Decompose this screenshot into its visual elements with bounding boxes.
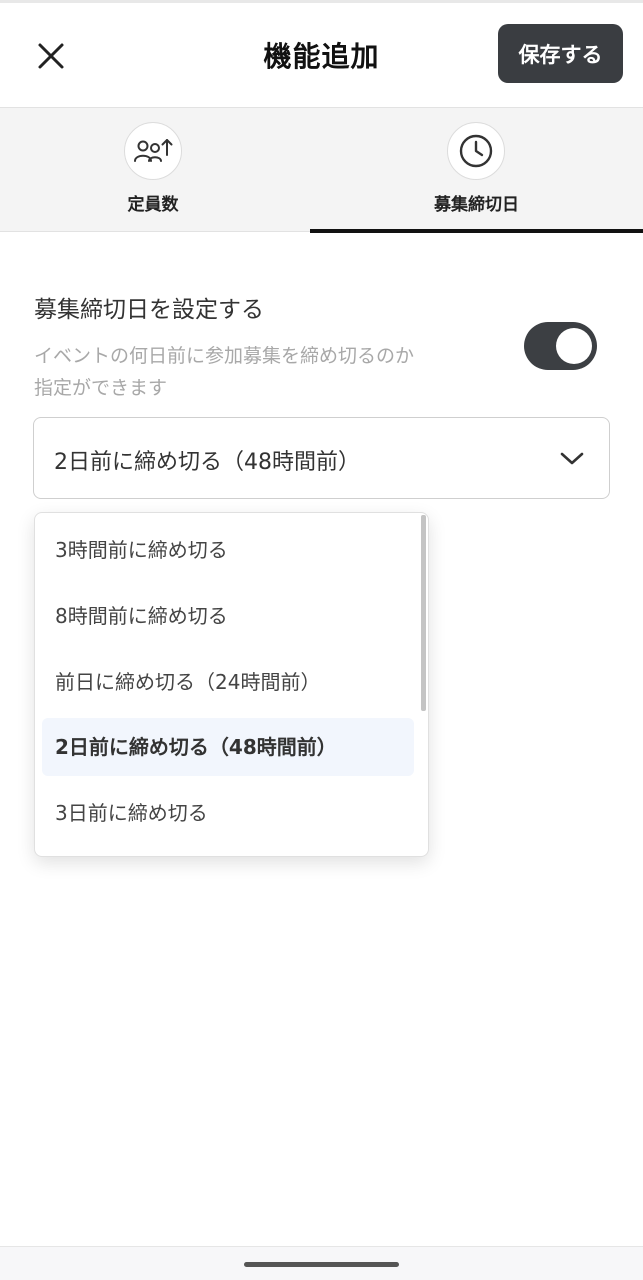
dropdown-option[interactable]: 8時間前に締め切る (42, 587, 414, 645)
header: 機能追加 保存する (0, 3, 643, 107)
clock-icon (459, 134, 493, 168)
dropdown-option[interactable]: 3時間前に締め切る (42, 521, 414, 579)
tab-label: 定員数 (127, 195, 179, 215)
deadline-toggle[interactable] (524, 322, 597, 370)
home-indicator[interactable] (244, 1262, 399, 1267)
bottom-bar (0, 1246, 643, 1280)
toggle-knob (556, 328, 592, 364)
deadline-select[interactable]: 2日前に締め切る（48時間前） (33, 417, 610, 499)
dropdown-option[interactable]: 3日前に締め切る (42, 784, 414, 842)
deadline-dropdown: 3時間前に締め切る 8時間前に締め切る 前日に締め切る（24時間前） 2日前に締… (34, 512, 429, 857)
people-up-icon (134, 139, 173, 162)
active-tab-indicator (310, 229, 643, 233)
dropdown-scrollbar[interactable] (421, 515, 426, 711)
setting-description-line: イベントの何日前に参加募集を締め切るのか (34, 345, 415, 367)
save-button[interactable]: 保存する (498, 24, 623, 83)
chevron-down-icon (560, 452, 584, 465)
tab-icon-circle (124, 122, 182, 180)
page: 機能追加 保存する 定員数 募集締切日 募集締切日を設定する イベントの何日前に… (0, 0, 643, 1280)
select-value: 2日前に締め切る（48時間前） (54, 450, 360, 475)
setting-description: イベントの何日前に参加募集を締め切るのか 指定ができます (34, 340, 504, 404)
tab-label: 募集締切日 (434, 195, 519, 215)
dropdown-option-selected[interactable]: 2日前に締め切る（48時間前） (42, 718, 414, 776)
tab-capacity[interactable]: 定員数 (0, 108, 310, 232)
tab-icon-circle (447, 122, 505, 180)
feature-tabs: 定員数 募集締切日 (0, 107, 643, 233)
dropdown-option[interactable]: 前日に締め切る（24時間前） (42, 653, 414, 711)
setting-description-line: 指定ができます (34, 377, 168, 399)
setting-title: 募集締切日を設定する (34, 297, 264, 323)
tab-deadline[interactable]: 募集締切日 (310, 108, 643, 233)
